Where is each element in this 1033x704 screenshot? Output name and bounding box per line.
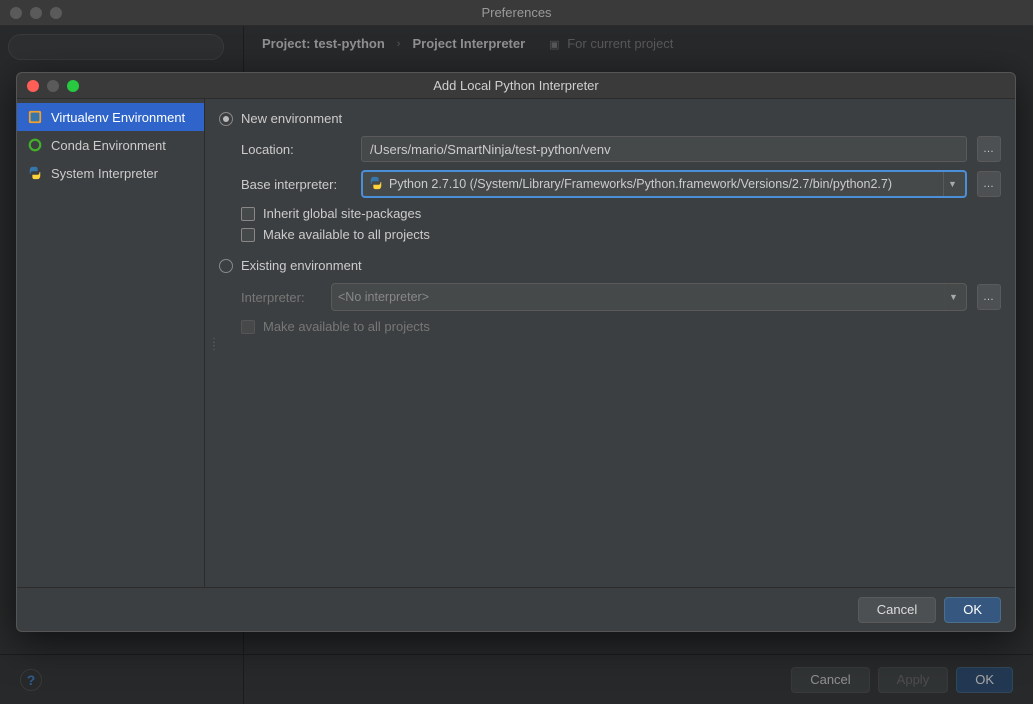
chevron-down-icon[interactable]: ▼ <box>943 172 961 196</box>
interpreter-combo: <No interpreter> ▼ <box>331 283 967 311</box>
dialog-body: Virtualenv Environment Conda Environment… <box>17 99 1015 587</box>
zoom-window-icon[interactable] <box>50 7 62 19</box>
dialog-footer: Cancel OK <box>17 587 1015 631</box>
inherit-packages-checkbox[interactable] <box>241 207 255 221</box>
python-icon <box>369 176 383 193</box>
make-available-existing-label: Make available to all projects <box>263 319 430 334</box>
sidebar-item-label: Virtualenv Environment <box>51 110 185 125</box>
existing-environment-label: Existing environment <box>241 258 362 273</box>
browse-interpreter-button[interactable]: … <box>977 284 1001 310</box>
base-interpreter-value: Python 2.7.10 (/System/Library/Framework… <box>389 177 892 191</box>
sidebar-item-conda[interactable]: Conda Environment <box>17 131 204 159</box>
dialog-title: Add Local Python Interpreter <box>433 78 599 93</box>
existing-environment-radio-row[interactable]: Existing environment <box>219 258 1001 273</box>
new-environment-label: New environment <box>241 111 342 126</box>
virtualenv-icon <box>27 109 43 125</box>
browse-location-button[interactable]: … <box>977 136 1001 162</box>
existing-environment-radio[interactable] <box>219 259 233 273</box>
minimize-dialog-icon <box>47 80 59 92</box>
cancel-button[interactable]: Cancel <box>858 597 936 623</box>
browse-base-interpreter-button[interactable]: … <box>977 171 1001 197</box>
location-label: Location: <box>241 142 351 157</box>
interpreter-label: Interpreter: <box>241 290 321 305</box>
interpreter-value: <No interpreter> <box>338 290 429 304</box>
new-environment-radio[interactable] <box>219 112 233 126</box>
make-available-checkbox[interactable] <box>241 228 255 242</box>
make-available-existing-row: Make available to all projects <box>219 319 1001 334</box>
ok-button[interactable]: OK <box>944 597 1001 623</box>
inherit-packages-row[interactable]: Inherit global site-packages <box>219 206 1001 221</box>
interpreter-row: Interpreter: <No interpreter> ▼ … <box>219 283 1001 311</box>
add-interpreter-dialog: Add Local Python Interpreter Virtualenv … <box>16 72 1016 632</box>
preferences-titlebar: Preferences <box>0 0 1033 26</box>
sidebar-item-label: System Interpreter <box>51 166 158 181</box>
sidebar-item-system[interactable]: System Interpreter <box>17 159 204 187</box>
make-available-existing-checkbox <box>241 320 255 334</box>
resize-handle-icon[interactable]: ⋮⋮ <box>209 341 220 349</box>
dialog-titlebar: Add Local Python Interpreter <box>17 73 1015 99</box>
chevron-down-icon: ▼ <box>944 284 962 310</box>
dialog-content: New environment Location: … Base interpr… <box>205 99 1015 587</box>
minimize-window-icon[interactable] <box>30 7 42 19</box>
make-available-label: Make available to all projects <box>263 227 430 242</box>
location-input[interactable] <box>361 136 967 162</box>
base-interpreter-combo[interactable]: Python 2.7.10 (/System/Library/Framework… <box>361 170 967 198</box>
close-dialog-icon[interactable] <box>27 80 39 92</box>
dialog-window-controls <box>27 80 79 92</box>
close-window-icon[interactable] <box>10 7 22 19</box>
preferences-title: Preferences <box>481 5 551 20</box>
sidebar-item-label: Conda Environment <box>51 138 166 153</box>
sidebar-item-virtualenv[interactable]: Virtualenv Environment <box>17 103 204 131</box>
base-interpreter-label: Base interpreter: <box>241 177 351 192</box>
new-environment-radio-row[interactable]: New environment <box>219 111 1001 126</box>
base-interpreter-row: Base interpreter: Python 2.7.10 (/System… <box>219 170 1001 198</box>
python-icon <box>27 165 43 181</box>
zoom-dialog-icon[interactable] <box>67 80 79 92</box>
inherit-packages-label: Inherit global site-packages <box>263 206 421 221</box>
window-controls <box>10 7 62 19</box>
location-row: Location: … <box>219 136 1001 162</box>
interpreter-type-sidebar: Virtualenv Environment Conda Environment… <box>17 99 205 587</box>
conda-icon <box>27 137 43 153</box>
make-available-row[interactable]: Make available to all projects <box>219 227 1001 242</box>
